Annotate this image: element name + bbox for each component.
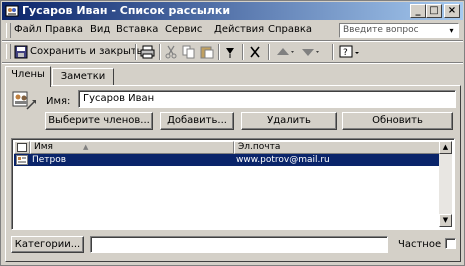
toolbar-separator [135, 44, 137, 60]
menu-actions[interactable]: Действия [214, 24, 264, 35]
toolbar-separator [159, 44, 161, 60]
categories-input[interactable] [90, 236, 388, 253]
select-members-button[interactable]: Выберите членов... [45, 112, 153, 130]
menu-view[interactable]: Вид [90, 24, 110, 35]
copy-icon[interactable] [182, 44, 196, 60]
save-close-label: Сохранить и закрыть [30, 46, 143, 57]
print-icon[interactable] [140, 44, 155, 60]
toolbar-separator [332, 44, 334, 60]
list-vertical-scrollbar[interactable]: ▲ ▼ [439, 141, 452, 227]
distribution-list-window: Гусаров Иван - Список рассылки _ □ × Фай… [0, 0, 465, 266]
flag-icon[interactable] [224, 44, 236, 60]
tab-notes-label: Заметки [60, 71, 106, 82]
contact-group-icon [12, 91, 36, 110]
maximize-icon: □ [429, 5, 439, 16]
help-dropdown-icon[interactable]: ▾ [446, 25, 457, 36]
tab-members[interactable]: Члены [5, 66, 51, 87]
row-name: Петров [32, 155, 67, 165]
list-header-icon-column[interactable] [14, 141, 30, 154]
add-new-button[interactable]: Добавить... [160, 112, 234, 130]
cut-icon[interactable] [164, 44, 178, 60]
maximize-button[interactable]: □ [426, 4, 442, 18]
toolbar-separator [218, 44, 220, 60]
distribution-list-icon [5, 5, 19, 17]
close-button[interactable]: × [444, 4, 460, 18]
menu-grip[interactable] [6, 23, 11, 38]
table-row[interactable]: Петров www.potrov@mail.ru [14, 154, 441, 166]
name-input[interactable]: Гусаров Иван [78, 90, 456, 108]
menu-file[interactable]: Файл [14, 24, 42, 35]
toolbar-separator [242, 44, 244, 60]
move-down-icon[interactable] [300, 44, 320, 60]
help-icon[interactable]: ? [339, 44, 361, 60]
categories-button[interactable]: Категории... [11, 236, 84, 253]
menu-insert[interactable]: Вставка [116, 24, 158, 35]
window-title: Гусаров Иван - Список рассылки [22, 4, 231, 17]
name-label: Имя: [46, 96, 71, 107]
list-header-email-label: Эл.почта [238, 142, 281, 152]
toolbar-grip[interactable] [6, 44, 11, 59]
scroll-up-icon[interactable]: ▲ [439, 141, 452, 154]
members-list[interactable]: Имя ▲ Эл.почта Петров www.potrov@mail.ru… [11, 138, 455, 230]
header-card-icon [17, 143, 27, 152]
scroll-down-icon[interactable]: ▼ [439, 214, 452, 227]
list-header-email[interactable]: Эл.почта [234, 141, 441, 154]
save-close-icon [14, 45, 28, 59]
toolbar-separator [268, 44, 270, 60]
contact-card-icon [16, 155, 28, 165]
close-icon: × [447, 5, 457, 16]
private-checkbox[interactable] [445, 238, 456, 249]
menu-edit[interactable]: Правка [45, 24, 83, 35]
remove-button[interactable]: Удалить [241, 112, 337, 130]
title-bar[interactable]: Гусаров Иван - Список рассылки _ □ × [2, 2, 463, 20]
delete-icon[interactable] [248, 44, 262, 60]
private-label: Частное [398, 239, 442, 250]
save-close-button[interactable]: Сохранить и закрыть [14, 44, 143, 60]
help-question-box[interactable]: Введите вопрос ▾ [339, 23, 459, 38]
minimize-icon: _ [415, 5, 421, 16]
list-header-name[interactable]: Имя ▲ [30, 141, 234, 154]
help-question-placeholder: Введите вопрос [343, 25, 419, 35]
row-email: www.potrov@mail.ru [236, 155, 330, 165]
tab-notes[interactable]: Заметки [52, 68, 114, 85]
toolbar-separator-line [2, 62, 463, 64]
menu-help[interactable]: Справка [268, 24, 312, 35]
list-header-name-label: Имя [34, 142, 53, 152]
update-now-button[interactable]: Обновить [342, 112, 453, 130]
tab-members-label: Члены [11, 69, 45, 80]
move-up-icon[interactable] [275, 44, 295, 60]
sort-ascending-icon: ▲ [83, 143, 89, 151]
menu-tools[interactable]: Сервис [165, 24, 202, 35]
standard-toolbar: Сохранить и закрыть ? [2, 41, 463, 62]
paste-icon[interactable] [200, 44, 214, 60]
minimize-button[interactable]: _ [410, 4, 426, 18]
svg-text:?: ? [343, 48, 348, 58]
